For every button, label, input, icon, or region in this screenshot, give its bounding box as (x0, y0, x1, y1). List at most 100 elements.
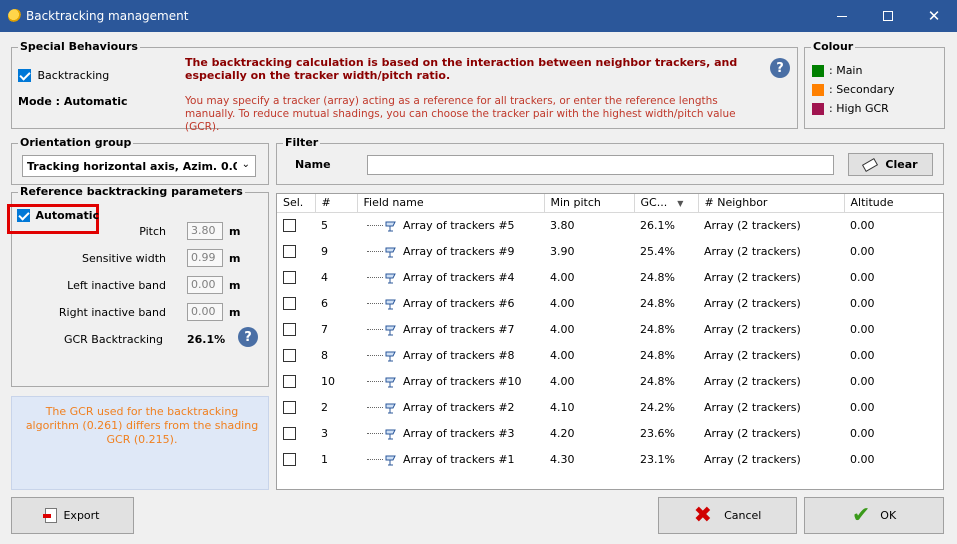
row-select-cell (277, 238, 315, 264)
row-neighbor: Array (2 trackers) (704, 426, 801, 440)
pitch-input[interactable]: 3.80 (187, 222, 223, 240)
checkmark-icon: ✔ (851, 502, 871, 528)
maximize-button[interactable] (865, 0, 911, 32)
filter-name-input[interactable] (367, 155, 834, 175)
row-select-checkbox[interactable] (283, 270, 296, 284)
tracker-icon (385, 403, 396, 413)
close-button[interactable]: ✕ (911, 0, 957, 32)
table-row[interactable]: 4 Array of trackers #4 4.00 24.8% Array (2 t… (277, 264, 943, 290)
tree-connector (367, 225, 383, 227)
automatic-label: Automatic (35, 208, 100, 222)
cancel-icon: ✖ (693, 502, 713, 528)
row-field-name: Array of trackers #9 (403, 244, 515, 258)
row-select-checkbox[interactable] (283, 348, 296, 362)
cancel-button[interactable]: ✖ Cancel (658, 497, 797, 534)
col-header-num[interactable]: # (315, 194, 358, 213)
row-field-name-cell: Array of trackers #4 (357, 264, 544, 290)
row-gcr: 24.8% (640, 374, 675, 388)
row-num: 6 (321, 296, 328, 310)
row-min-pitch: 4.00 (550, 322, 575, 336)
row-neighbor: Array (2 trackers) (704, 296, 801, 310)
row-select-checkbox[interactable] (283, 244, 296, 258)
row-field-name: Array of trackers #8 (403, 348, 515, 362)
row-select-checkbox[interactable] (283, 374, 296, 388)
row-altitude: 0.00 (850, 400, 875, 414)
row-select-checkbox[interactable] (283, 296, 296, 310)
table-row[interactable]: 5 Array of trackers #5 3.80 26.1% Array (2 t… (277, 212, 943, 238)
table-row[interactable]: 1 Array of trackers #1 4.30 23.1% Array (2 t… (277, 446, 943, 472)
table-row[interactable]: 8 Array of trackers #8 4.00 24.8% Array (2 t… (277, 342, 943, 368)
fields-table-panel: Sel. # Field name Min pitch GC... ▼ # Nei… (276, 193, 944, 490)
high-gcr-colour-swatch (812, 103, 824, 115)
minimize-icon (837, 15, 847, 17)
row-min-pitch: 4.00 (550, 348, 575, 362)
row-neighbor: Array (2 trackers) (704, 348, 801, 362)
left-inactive-band-input[interactable]: 0.00 (187, 276, 223, 294)
clear-button[interactable]: Clear (848, 153, 933, 176)
export-button[interactable]: Export (11, 497, 134, 534)
row-min-pitch: 3.90 (550, 244, 575, 258)
main-colour-label: : Main (829, 64, 863, 77)
row-gcr: 23.1% (640, 452, 675, 466)
tracker-icon (385, 429, 396, 439)
row-num: 5 (321, 218, 328, 232)
table-row[interactable]: 6 Array of trackers #6 4.00 24.8% Array (2 t… (277, 290, 943, 316)
table-row[interactable]: 10 Array of trackers #10 4.00 24.8% Array (2… (277, 368, 943, 394)
col-header-min-pitch[interactable]: Min pitch (544, 194, 635, 213)
ok-button[interactable]: ✔ OK (804, 497, 944, 534)
row-gcr: 24.8% (640, 322, 675, 336)
automatic-checkbox[interactable] (17, 208, 30, 222)
orientation-label: Orientation group (18, 136, 134, 149)
gcr-backtracking-label: GCR Backtracking (63, 333, 163, 346)
row-select-cell (277, 446, 315, 472)
tracker-icon (385, 247, 396, 257)
sensitive-width-label: Sensitive width (82, 252, 166, 265)
tree-connector (367, 433, 383, 434)
table-row[interactable]: 9 Array of trackers #9 3.90 25.4% Array (2 t… (277, 238, 943, 264)
backtracking-checkbox-row[interactable]: Backtracking (18, 68, 109, 82)
table-row[interactable]: 2 Array of trackers #2 4.10 24.2% Array (2 t… (277, 394, 943, 420)
clear-label: Clear (885, 158, 918, 171)
row-select-checkbox[interactable] (283, 322, 296, 336)
row-select-checkbox[interactable] (283, 426, 296, 440)
help-icon[interactable]: ? (770, 58, 790, 78)
title-bar: Backtracking management ✕ (0, 0, 957, 32)
row-altitude: 0.00 (850, 244, 875, 258)
row-select-cell (277, 290, 315, 316)
row-select-checkbox[interactable] (283, 452, 296, 466)
minimize-button[interactable] (819, 0, 865, 32)
tracker-icon (385, 351, 396, 361)
row-min-pitch: 4.00 (550, 374, 575, 388)
col-header-gcr[interactable]: GC... ▼ (634, 194, 699, 213)
col-header-altitude[interactable]: Altitude (844, 194, 943, 213)
right-inactive-band-input[interactable]: 0.00 (187, 303, 223, 321)
main-colour-swatch (812, 65, 824, 77)
row-min-pitch: 4.30 (550, 452, 575, 466)
orientation-select[interactable]: Tracking horizontal axis, Azim. 0.0°, B … (22, 155, 256, 177)
tree-connector (367, 459, 383, 460)
row-select-cell (277, 316, 315, 342)
row-num: 8 (321, 348, 328, 362)
export-label: Export (63, 509, 100, 522)
right-inactive-band-label: Right inactive band (58, 306, 166, 319)
sensitive-width-input[interactable]: 0.99 (187, 249, 223, 267)
row-altitude: 0.00 (850, 296, 875, 310)
table-row[interactable]: 7 Array of trackers #7 4.00 24.8% Array (2 t… (277, 316, 943, 342)
colour-group: Colour : Main : Secondary : High GCR (804, 40, 945, 129)
backtracking-checkbox[interactable] (18, 68, 31, 82)
reference-label: Reference backtracking parameters (18, 185, 245, 198)
tree-connector (367, 303, 383, 304)
col-header-neighbor[interactable]: # Neighbor (698, 194, 845, 213)
row-neighbor: Array (2 trackers) (704, 218, 801, 232)
row-select-checkbox[interactable] (283, 219, 296, 232)
automatic-checkbox-row[interactable]: Automatic (17, 208, 99, 222)
orientation-selected: Tracking horizontal axis, Azim. 0.0°, B (27, 160, 237, 173)
eraser-icon (862, 157, 879, 172)
close-icon: ✕ (927, 7, 941, 25)
col-header-sel[interactable]: Sel. (277, 194, 316, 213)
col-header-field-name[interactable]: Field name (357, 194, 545, 213)
table-row[interactable]: 3 Array of trackers #3 4.20 23.6% Array (2 t… (277, 420, 943, 446)
row-select-checkbox[interactable] (283, 400, 296, 414)
gcr-help-icon[interactable]: ? (238, 327, 258, 347)
table-header-row: Sel. # Field name Min pitch GC... ▼ # Nei… (277, 194, 943, 213)
